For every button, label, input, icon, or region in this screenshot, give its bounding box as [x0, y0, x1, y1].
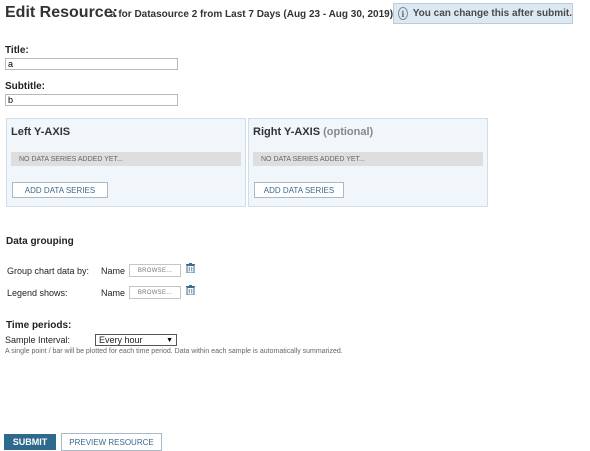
trash-icon[interactable]: [186, 285, 195, 295]
trash-icon[interactable]: [186, 263, 195, 273]
page-subtitle: a for Datasource 2 from Last 7 Days (Aug…: [110, 9, 394, 20]
right-axis-optional-label: (optional): [323, 126, 374, 138]
right-axis-empty-message: No data series added yet...: [253, 152, 483, 166]
right-add-data-series-button[interactable]: ADD DATA SERIES: [254, 182, 344, 198]
left-axis-heading: Left Y-AXIS: [11, 126, 71, 138]
left-add-data-series-button[interactable]: ADD DATA SERIES: [12, 182, 108, 198]
info-notice-text: You can change this after submit.: [412, 8, 572, 19]
legend-shows-browse-button[interactable]: BROWSE...: [129, 286, 181, 299]
data-grouping-heading: Data grouping: [6, 236, 74, 247]
submit-button[interactable]: SUBMIT: [4, 434, 56, 450]
info-notice: i You can change this after submit.: [393, 3, 573, 24]
group-by-label: Group chart data by:: [7, 266, 90, 276]
title-label: Title:: [5, 45, 29, 56]
subtitle-input[interactable]: [5, 94, 178, 106]
time-periods-heading: Time periods:: [6, 320, 72, 331]
chevron-down-icon: ▼: [166, 336, 173, 344]
group-by-browse-button[interactable]: BROWSE...: [129, 264, 181, 277]
subtitle-label: Subtitle:: [5, 81, 45, 92]
page-title: Edit Resource:: [5, 4, 118, 21]
legend-shows-value: Name: [101, 288, 126, 298]
right-axis-heading: Right Y-AXIS (optional): [253, 126, 373, 138]
sample-interval-help: A single point / bar will be plotted for…: [5, 348, 343, 355]
sample-interval-label: Sample Interval:: [5, 335, 71, 345]
right-y-axis-panel: Right Y-AXIS (optional) No data series a…: [248, 118, 488, 207]
title-input[interactable]: [5, 58, 178, 70]
left-axis-empty-message: No data series added yet...: [11, 152, 241, 166]
info-icon: i: [398, 7, 408, 20]
group-by-value: Name: [101, 266, 126, 276]
sample-interval-value: Every hour: [99, 335, 143, 345]
legend-shows-label: Legend shows:: [7, 288, 68, 298]
sample-interval-select[interactable]: Every hour ▼: [95, 334, 177, 346]
right-axis-heading-text: Right Y-AXIS: [253, 126, 321, 138]
preview-resource-button[interactable]: PREVIEW RESOURCE: [61, 433, 162, 451]
left-y-axis-panel: Left Y-AXIS No data series added yet... …: [6, 118, 246, 207]
